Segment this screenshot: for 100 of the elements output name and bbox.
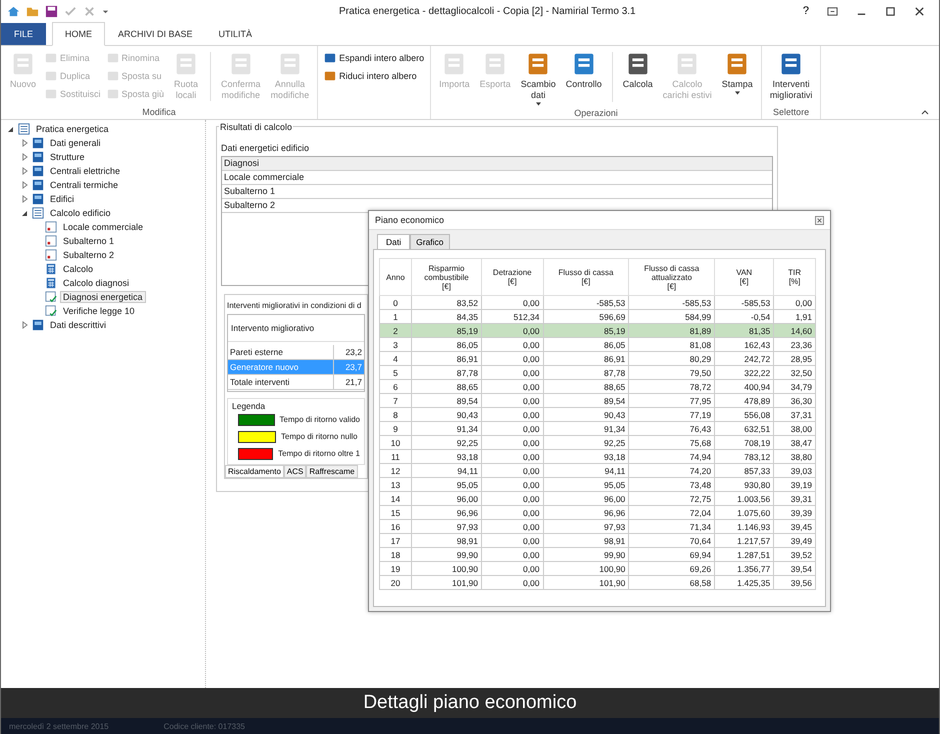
table-row[interactable]: 5 87,78 0,00 87,78 79,50 322,22 32,50 (380, 366, 816, 380)
tree-item[interactable]: Edifici (47, 193, 78, 205)
group-label: Selettore (772, 107, 810, 119)
table-cell: 86,91 (543, 352, 629, 366)
table-row[interactable]: 3 86,05 0,00 86,05 81,08 162,43 23,36 (380, 338, 816, 352)
panel-icon (32, 137, 44, 149)
ribbon-button[interactable]: Controllo (562, 48, 606, 108)
collapse-icon[interactable] (921, 109, 929, 115)
list-item[interactable]: Locale commerciale (222, 171, 772, 185)
table-cell: 0,00 (482, 366, 544, 380)
table-row[interactable]: Totale interventi 21,7 (228, 375, 364, 390)
tree-item[interactable]: Verifiche legge 10 (60, 305, 138, 317)
table-cell: 20 (380, 576, 412, 590)
table-row[interactable]: 10 92,25 0,00 92,25 75,68 708,19 38,47 (380, 436, 816, 450)
table-row[interactable]: 4 86,91 0,00 86,91 80,29 242,72 28,95 (380, 352, 816, 366)
table-row[interactable]: 15 96,96 0,00 96,96 72,04 1.075,60 39,39 (380, 506, 816, 520)
table-cell: 72,75 (628, 492, 715, 506)
table-row[interactable]: 2 85,19 0,00 85,19 81,89 81,35 14,60 (380, 324, 816, 338)
list-item[interactable]: Subalterno 1 (222, 185, 772, 199)
help-button[interactable]: ? (802, 5, 809, 17)
table-cell: 16 (380, 520, 412, 534)
table-row[interactable]: 9 91,34 0,00 91,34 76,43 632,51 38,00 (380, 422, 816, 436)
tree-item[interactable]: Strutture (47, 151, 88, 163)
close-icon[interactable] (914, 6, 925, 16)
table-cell: 39,56 (774, 576, 816, 590)
table-row[interactable]: 12 94,11 0,00 94,11 74,20 857,33 39,03 (380, 464, 816, 478)
tab[interactable]: Grafico (410, 234, 450, 249)
expander-icon[interactable] (7, 125, 15, 133)
table-cell: 36,30 (774, 394, 816, 408)
tab[interactable]: Dati (377, 234, 410, 249)
ribbon-button[interactable]: Espandi intero albero (322, 50, 426, 65)
table-row[interactable]: 13 95,05 0,00 95,05 73,48 930,80 39,19 (380, 478, 816, 492)
caption-text: Dettagli piano economico (363, 692, 577, 714)
command-icon (45, 88, 57, 100)
table-row[interactable]: 20 101,90 0,00 101,90 68,58 1.425,35 39,56 (380, 576, 816, 590)
table-cell: 71,34 (628, 520, 715, 534)
table-cell: 70,64 (628, 534, 715, 548)
ribbon-button[interactable]: Calcola (618, 48, 657, 108)
table-row[interactable]: 8 90,43 0,00 90,43 77,19 556,08 37,31 (380, 408, 816, 422)
save-icon[interactable] (45, 4, 58, 18)
restore-icon[interactable] (827, 6, 838, 16)
maximize-icon[interactable] (885, 6, 896, 16)
table-cell: 85,19 (411, 324, 482, 338)
ribbon-button[interactable]: Stampa (718, 48, 757, 108)
table-row[interactable]: 17 98,91 0,00 98,91 70,64 1.217,57 39,49 (380, 534, 816, 548)
tree-item[interactable]: Dati descrittivi (47, 319, 110, 331)
table-row[interactable]: 16 97,93 0,00 97,93 71,34 1.146,93 39,45 (380, 520, 816, 534)
table-cell: 0,00 (482, 352, 544, 366)
tree-item[interactable]: Centrali termiche (47, 179, 122, 191)
table-cell: 92,25 (543, 436, 629, 450)
table-cell: 74,20 (628, 464, 715, 478)
command-icon (106, 70, 119, 82)
ribbon-tab[interactable]: HOME (52, 22, 106, 46)
tree-item[interactable]: Calcolo diagnosi (60, 277, 132, 289)
table-row[interactable]: 0 83,52 0,00 -585,53 -585,53 -585,53 0,00 (380, 296, 816, 310)
table-row[interactable]: 14 96,00 0,00 96,00 72,75 1.003,56 39,31 (380, 492, 816, 506)
table-row[interactable]: 11 93,18 0,00 93,18 74,94 783,12 38,80 (380, 450, 816, 464)
table-cell: 11 (380, 450, 412, 464)
tree-item[interactable]: Subalterno 2 (60, 249, 118, 261)
ribbon-tab[interactable]: ARCHIVI DI BASE (105, 23, 206, 45)
ribbon-button[interactable]: Interventi migliorativi (766, 48, 816, 107)
table-cell-text: Generatore nuovo (229, 361, 300, 374)
table-cell: 39,31 (774, 492, 816, 506)
table-cell: 97,93 (543, 520, 629, 534)
tree-item[interactable]: Calcolo edificio (47, 207, 114, 219)
ribbon-button[interactable]: Scambio dati (516, 48, 560, 108)
tab[interactable]: ACS (284, 465, 306, 478)
tree-item[interactable]: Centrali elettriche (47, 165, 124, 177)
window-title: Pratica energetica - dettagliocalcoli - Copia [2] - Namirial Termo 3.1 (338, 6, 637, 16)
expander-icon[interactable] (21, 209, 29, 217)
ribbon-tab[interactable]: UTILITÀ (206, 23, 266, 45)
table-cell: 81,89 (628, 324, 715, 338)
tree-item[interactable]: Diagnosi energetica (60, 291, 146, 303)
tree-item[interactable]: Subalterno 1 (60, 235, 118, 247)
tab[interactable]: Riscaldamento (225, 465, 284, 478)
table-row[interactable]: 6 88,65 0,00 88,65 78,72 400,94 34,79 (380, 380, 816, 394)
column-header: Flusso di cassa [€] (543, 258, 629, 296)
table-row[interactable]: 7 89,54 0,00 89,54 77,95 478,89 36,30 (380, 394, 816, 408)
table-cell: 99,90 (543, 548, 629, 562)
table-cell: 2 (380, 324, 412, 338)
tree-item[interactable]: Calcolo (60, 263, 96, 275)
table-cell: 39,19 (774, 478, 816, 492)
status-text: Codice cliente: 017335 (164, 722, 245, 730)
table-row[interactable]: 18 99,90 0,00 99,90 69,94 1.287,51 39,52 (380, 548, 816, 562)
table-cell: 1.075,60 (714, 506, 774, 520)
tree-item[interactable]: Locale commerciale (60, 221, 146, 233)
list-item[interactable]: Diagnosi (222, 157, 772, 171)
check-icon[interactable] (64, 4, 77, 18)
calculator-icon (45, 277, 57, 289)
tree-item[interactable]: Pratica energetica (33, 123, 112, 135)
restore-icon[interactable] (815, 216, 824, 224)
table-cell: 37,31 (774, 408, 816, 422)
tab[interactable]: Raffrescame (306, 465, 358, 478)
table-row[interactable]: 19 100,90 0,00 100,90 69,26 1.356,77 39,54 (380, 562, 816, 576)
table-cell: 91,34 (411, 422, 482, 436)
ribbon-tab[interactable]: FILE (1, 23, 46, 45)
caret-icon[interactable] (102, 8, 109, 14)
tree-item[interactable]: Dati generali (47, 137, 104, 149)
app-icon[interactable] (7, 4, 20, 18)
ribbon-button[interactable]: Riduci intero albero (322, 68, 426, 83)
